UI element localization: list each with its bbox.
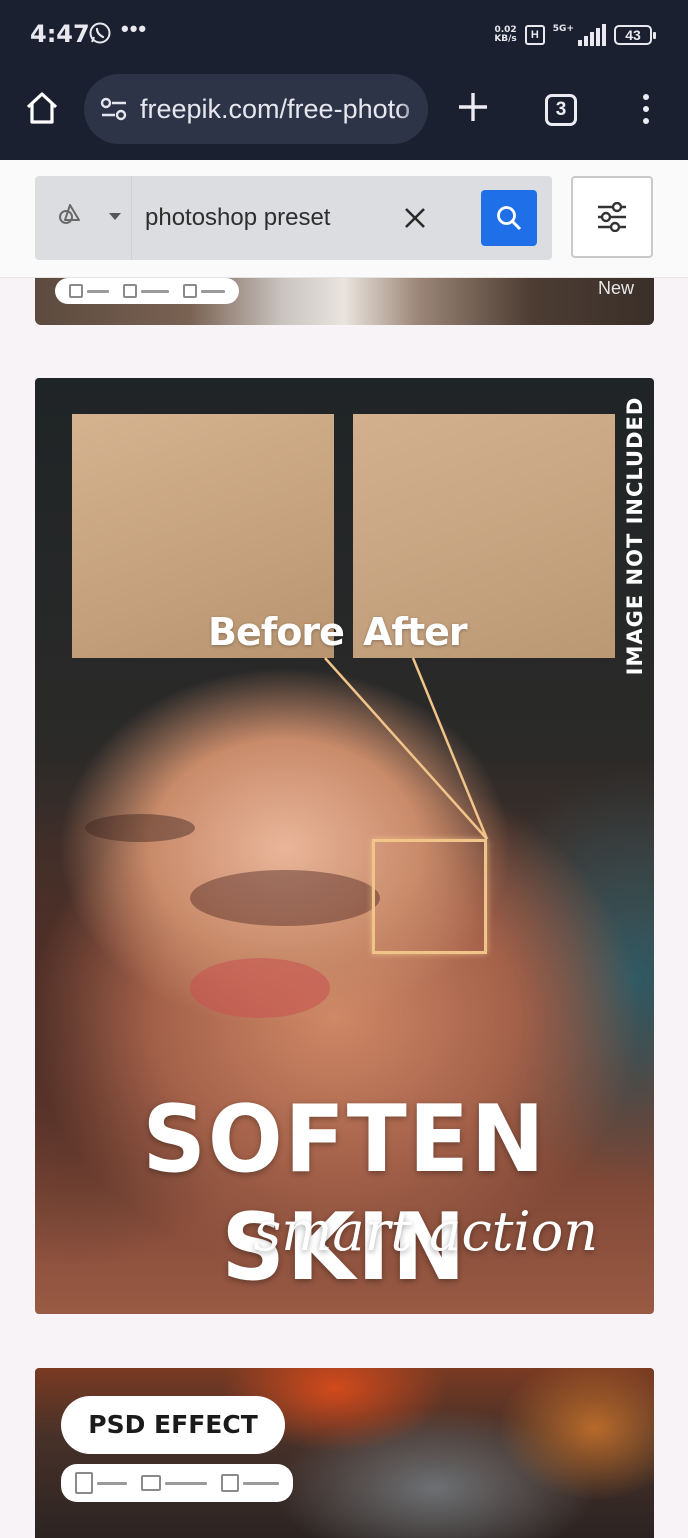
url-text[interactable]: freepik.com/free-photo <box>140 94 410 125</box>
chevron-down-icon[interactable] <box>109 213 121 220</box>
filter-button[interactable] <box>571 176 653 258</box>
net-speed: 0.02 KB/s <box>494 25 517 44</box>
file-type-icon <box>75 1472 93 1494</box>
close-icon[interactable] <box>403 206 427 230</box>
folder-icon <box>141 1475 161 1491</box>
status-time: 4:47 <box>30 20 90 48</box>
new-badge: New <box>597 278 634 298</box>
site-settings-icon[interactable] <box>100 96 128 122</box>
status-indicators: 0.02 KB/s H 5G+ 43 <box>494 22 656 48</box>
tab-switcher-icon[interactable]: 3 <box>545 94 577 126</box>
battery-icon: 43 <box>614 25 656 45</box>
plus-icon[interactable] <box>456 90 490 124</box>
card-title: SOFTEN SKIN <box>142 1084 547 1302</box>
result-card[interactable]: PSD EFFECT <box>35 1368 654 1538</box>
card-subtitle: smart action <box>253 1200 599 1263</box>
kebab-menu-icon[interactable] <box>638 94 654 128</box>
search-box: photoshop preset <box>35 176 552 260</box>
result-card[interactable]: New <box>35 278 654 325</box>
signal-icon: 5G+ <box>553 24 606 46</box>
file-type-icon <box>69 284 83 298</box>
search-input[interactable]: photoshop preset <box>145 204 375 232</box>
asset-type-icon[interactable] <box>57 202 83 228</box>
search-button[interactable] <box>481 190 537 246</box>
psd-effect-badge: PSD EFFECT <box>61 1396 285 1454</box>
search-icon <box>497 206 522 231</box>
folder-icon <box>123 284 137 298</box>
search-bar: photoshop preset <box>0 160 688 278</box>
volte-icon: H <box>524 25 545 45</box>
status-bar: 4:47 ••• 0.02 KB/s H 5G+ 43 <box>0 0 688 68</box>
whatsapp-icon <box>89 22 111 44</box>
more-notifications-icon: ••• <box>121 16 148 41</box>
layers-icon <box>221 1474 239 1492</box>
file-meta-pill <box>61 1464 293 1502</box>
filter-icon <box>598 202 626 232</box>
home-icon[interactable] <box>22 88 62 128</box>
result-card[interactable]: Before After IMAGE NOT INCLUDED SOFTEN S… <box>35 378 654 1314</box>
zoom-region <box>372 839 487 954</box>
layers-icon <box>183 284 197 298</box>
browser-chrome: 4:47 ••• 0.02 KB/s H 5G+ 43 freepik.com/… <box>0 0 688 160</box>
address-bar[interactable]: freepik.com/free-photo <box>84 74 428 144</box>
file-meta-pill <box>55 278 239 304</box>
